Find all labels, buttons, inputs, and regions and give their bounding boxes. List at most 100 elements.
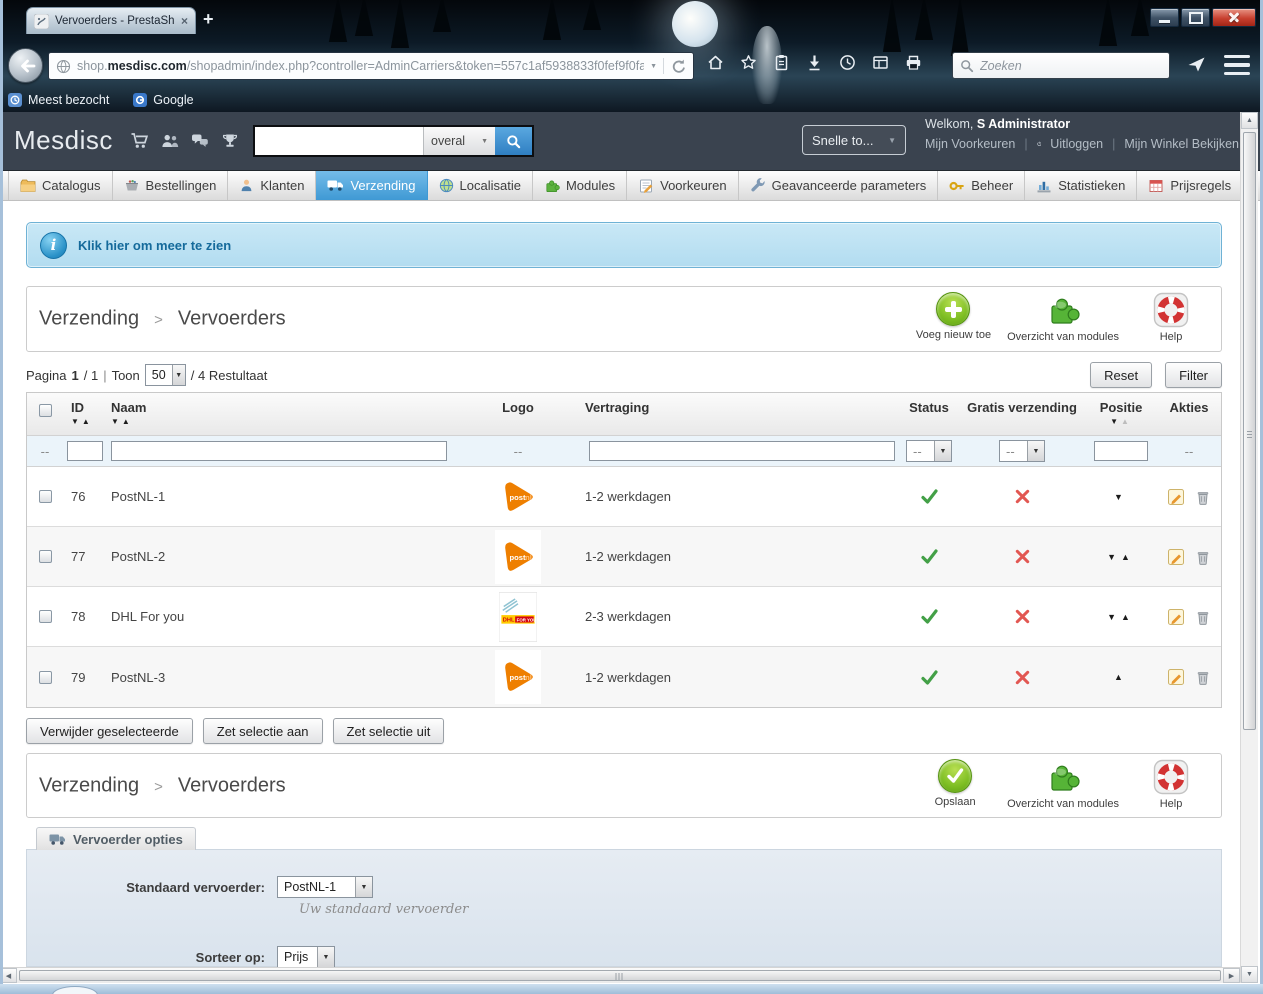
status-enabled-icon[interactable]	[899, 547, 959, 566]
column-header-naam[interactable]: Naam ▼▲	[107, 393, 451, 435]
disable-selection-button[interactable]: Zet selectie uit	[332, 718, 445, 744]
url-bar[interactable]: shop.mesdisc.com/shopadmin/index.php?con…	[48, 52, 694, 80]
column-header-id[interactable]: ID ▼▲	[63, 393, 107, 435]
move-down-icon[interactable]: ▼	[1114, 492, 1128, 502]
downloads-icon[interactable]	[805, 53, 824, 72]
edit-icon[interactable]	[1166, 607, 1186, 627]
admin-search-button[interactable]	[495, 127, 532, 155]
menu-hamburger-icon[interactable]	[1224, 55, 1250, 75]
modules-overview-button[interactable]: Overzicht van modules	[999, 292, 1127, 343]
maximize-button[interactable]	[1181, 8, 1210, 27]
row-checkbox[interactable]	[38, 550, 52, 563]
free-shipping-no-icon[interactable]	[959, 488, 1085, 505]
breadcrumb-parent[interactable]: Verzending	[39, 774, 139, 797]
status-enabled-icon[interactable]	[899, 487, 959, 506]
save-button[interactable]: Opslaan	[911, 759, 999, 810]
link-logout[interactable]: Uitloggen	[1050, 137, 1103, 151]
browser-search-box[interactable]	[952, 52, 1170, 79]
row-checkbox[interactable]	[38, 610, 52, 623]
delete-selected-button[interactable]: Verwijder geselecteerde	[26, 718, 193, 744]
shop-logo[interactable]: Mesdisc	[14, 125, 113, 156]
filter-status-select[interactable]: -- ▼	[906, 440, 952, 462]
sort-by-select[interactable]: Prijs ▼	[277, 946, 335, 968]
sort-icons[interactable]: ▼▲	[71, 417, 107, 426]
customers-icon[interactable]	[161, 133, 179, 149]
vertical-scrollbar[interactable]: ▲ ▼	[1240, 112, 1258, 983]
status-enabled-icon[interactable]	[899, 668, 959, 687]
filter-button[interactable]: Filter	[1165, 362, 1222, 388]
filter-id-input[interactable]	[67, 441, 103, 461]
delete-trash-icon[interactable]	[1194, 548, 1212, 566]
home-icon[interactable]	[706, 53, 725, 72]
bookmark-google[interactable]: Google	[133, 92, 194, 107]
info-banner[interactable]: i Klik hier om meer te zien	[26, 222, 1222, 268]
filter-gratis-select[interactable]: -- ▼	[999, 440, 1045, 462]
tab-prijsregels[interactable]: Prijsregels	[1137, 171, 1244, 200]
free-shipping-no-icon[interactable]	[959, 608, 1085, 625]
edit-icon[interactable]	[1166, 667, 1186, 687]
link-my-preferences[interactable]: Mijn Voorkeuren	[925, 137, 1015, 151]
move-up-icon[interactable]: ▲	[1121, 612, 1135, 622]
search-scope-select[interactable]: overal ▼	[423, 127, 495, 155]
help-button[interactable]: Help	[1127, 759, 1215, 810]
delete-trash-icon[interactable]	[1194, 668, 1212, 686]
sort-icons[interactable]: ▼▲	[111, 417, 451, 426]
browser-tab[interactable]: Vervoerders - PrestaShop™ ×	[26, 7, 196, 34]
close-button[interactable]	[1212, 8, 1256, 27]
reset-button[interactable]: Reset	[1090, 362, 1153, 388]
tab-groups-icon[interactable]	[871, 53, 890, 72]
bookmarks-clipboard-icon[interactable]	[772, 53, 791, 72]
tab-localisatie[interactable]: Localisatie	[428, 171, 533, 200]
tab-klanten[interactable]: Klanten	[228, 171, 317, 200]
back-button[interactable]	[8, 48, 43, 83]
horizontal-scroll-thumb[interactable]	[19, 970, 1221, 981]
filter-vertraging-input[interactable]	[589, 441, 895, 461]
trophy-icon[interactable]	[221, 133, 239, 149]
scroll-right-icon[interactable]: ▶	[1223, 968, 1240, 983]
share-plane-icon[interactable]	[1186, 54, 1207, 74]
horizontal-scrollbar[interactable]: ◀ ▶	[0, 967, 1240, 983]
tab-close-icon[interactable]: ×	[181, 14, 188, 28]
tab-modules[interactable]: Modules	[533, 171, 628, 200]
new-tab-button[interactable]: +	[203, 9, 214, 30]
filter-naam-input[interactable]	[111, 441, 447, 461]
cart-icon[interactable]	[130, 132, 149, 149]
help-button[interactable]: Help	[1127, 292, 1215, 343]
tab-catalogus[interactable]: Catalogus	[8, 171, 113, 200]
free-shipping-no-icon[interactable]	[959, 548, 1085, 565]
quick-access-select[interactable]: Snelle to... ▼	[802, 125, 906, 155]
filter-positie-input[interactable]	[1094, 441, 1148, 461]
history-clock-icon[interactable]	[838, 53, 857, 72]
select-all-checkbox[interactable]	[38, 404, 52, 417]
url-dropdown-icon[interactable]: ▼	[650, 63, 657, 70]
tab-geavanceerde-parameters[interactable]: Geavanceerde parameters	[739, 171, 939, 200]
tab-bestellingen[interactable]: Bestellingen	[113, 171, 229, 200]
move-up-icon[interactable]: ▲	[1114, 672, 1128, 682]
page-size-select[interactable]: 50 ▼	[144, 364, 186, 386]
sort-icons[interactable]: ▼▲	[1085, 417, 1157, 426]
messages-icon[interactable]	[191, 133, 209, 148]
default-carrier-select[interactable]: PostNL-1 ▼	[277, 876, 373, 898]
vertical-scroll-thumb[interactable]	[1243, 132, 1256, 730]
tab-verzending[interactable]: Verzending	[316, 171, 428, 200]
row-checkbox[interactable]	[38, 670, 52, 684]
status-enabled-icon[interactable]	[899, 607, 959, 626]
minimize-button[interactable]	[1150, 8, 1179, 27]
modules-overview-button[interactable]: Overzicht van modules	[999, 759, 1127, 810]
admin-search-input[interactable]	[255, 127, 423, 155]
reload-icon[interactable]	[670, 58, 686, 74]
browser-search-input[interactable]	[980, 58, 1162, 73]
tab-beheer[interactable]: Beheer	[938, 171, 1026, 200]
tab-voorkeuren[interactable]: Voorkeuren	[627, 171, 739, 200]
printer-icon[interactable]	[904, 53, 923, 72]
edit-icon[interactable]	[1166, 487, 1186, 507]
free-shipping-no-icon[interactable]	[959, 669, 1085, 686]
bookmark-most-visited[interactable]: Meest bezocht	[8, 92, 109, 107]
enable-selection-button[interactable]: Zet selectie aan	[202, 718, 323, 744]
delete-trash-icon[interactable]	[1194, 488, 1212, 506]
edit-icon[interactable]	[1166, 547, 1186, 567]
move-up-icon[interactable]: ▲	[1121, 552, 1135, 562]
link-view-shop[interactable]: Mijn Winkel Bekijken	[1124, 137, 1239, 151]
column-header-positie[interactable]: Positie ▼▲	[1085, 393, 1157, 435]
tab-statistieken[interactable]: Statistieken	[1025, 171, 1138, 200]
